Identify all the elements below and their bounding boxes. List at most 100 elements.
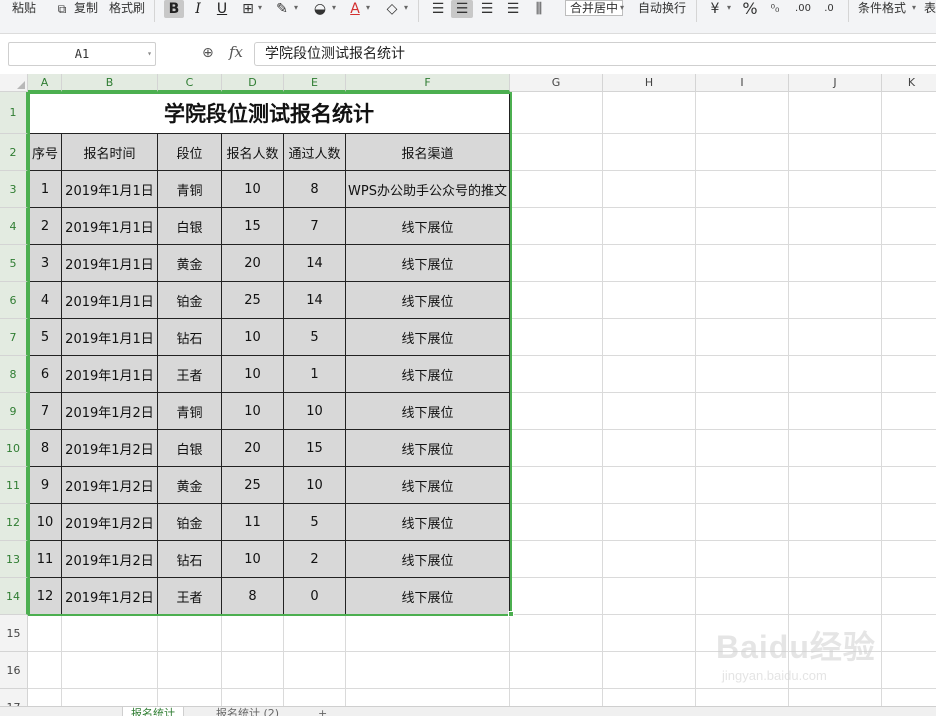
table-cell-date[interactable]: 2019年1月1日 bbox=[62, 319, 158, 356]
table-cell-channel[interactable]: 线下展位 bbox=[346, 393, 510, 430]
table-cell-index[interactable]: 12 bbox=[28, 578, 62, 615]
table-cell-channel[interactable]: 线下展位 bbox=[346, 208, 510, 245]
fill-color-icon[interactable]: ✎ bbox=[272, 0, 292, 18]
decrease-decimal-icon[interactable]: .0 bbox=[818, 0, 840, 18]
row-header-7[interactable]: 7 bbox=[0, 319, 28, 356]
table-cell-passed[interactable]: 5 bbox=[284, 504, 346, 541]
column-header-i[interactable]: I bbox=[696, 74, 789, 92]
row-header-16[interactable]: 16 bbox=[0, 652, 28, 689]
add-sheet-icon[interactable]: + bbox=[310, 707, 335, 716]
table-cell-passed[interactable]: 10 bbox=[284, 467, 346, 504]
table-cell-index[interactable]: 1 bbox=[28, 171, 62, 208]
table-cell-date[interactable]: 2019年1月1日 bbox=[62, 282, 158, 319]
italic-button[interactable]: I bbox=[188, 0, 208, 18]
column-header-b[interactable]: B bbox=[62, 74, 158, 92]
chevron-down-icon[interactable]: ▾ bbox=[366, 0, 370, 16]
row-header-4[interactable]: 4 bbox=[0, 208, 28, 245]
select-all-corner[interactable] bbox=[0, 74, 28, 92]
row-header-2[interactable]: 2 bbox=[0, 134, 28, 171]
table-cell-signups[interactable]: 15 bbox=[222, 208, 284, 245]
bold-button[interactable]: B bbox=[164, 0, 184, 18]
table-cell-date[interactable]: 2019年1月1日 bbox=[62, 208, 158, 245]
table-cell-channel[interactable]: 线下展位 bbox=[346, 430, 510, 467]
table-cell-date[interactable]: 2019年1月1日 bbox=[62, 171, 158, 208]
table-cell-signups[interactable]: 25 bbox=[222, 282, 284, 319]
table-cell-rank[interactable]: 铂金 bbox=[158, 504, 222, 541]
table-cell-channel[interactable]: 线下展位 bbox=[346, 541, 510, 578]
fill-handle[interactable] bbox=[508, 611, 514, 617]
column-header-c[interactable]: C bbox=[158, 74, 222, 92]
chevron-down-icon[interactable]: ▾ bbox=[404, 0, 408, 16]
chevron-down-icon[interactable]: ▾ bbox=[258, 0, 262, 16]
row-header-12[interactable]: 12 bbox=[0, 504, 28, 541]
spreadsheet-grid[interactable]: 学院段位测试报名统计 序号 报名时间 段位 报名人数 通过人数 报名渠道 1 2019年1月1… bbox=[28, 92, 936, 706]
justify-icon[interactable]: ☰ bbox=[503, 0, 523, 18]
fx-button[interactable]: fx bbox=[229, 43, 243, 61]
row-header-1[interactable]: 1 bbox=[0, 92, 28, 134]
table-cell-passed[interactable]: 7 bbox=[284, 208, 346, 245]
table-cell-passed[interactable]: 0 bbox=[284, 578, 346, 615]
table-cell-index[interactable]: 7 bbox=[28, 393, 62, 430]
table-cell-passed[interactable]: 5 bbox=[284, 319, 346, 356]
clear-icon[interactable]: ◇ bbox=[382, 0, 402, 18]
table-cell-rank[interactable]: 白银 bbox=[158, 430, 222, 467]
row-header-5[interactable]: 5 bbox=[0, 245, 28, 282]
table-cell-rank[interactable]: 钻石 bbox=[158, 541, 222, 578]
table-cell-channel[interactable]: 线下展位 bbox=[346, 356, 510, 393]
percent-button[interactable]: % bbox=[740, 0, 760, 18]
table-cell-date[interactable]: 2019年1月2日 bbox=[62, 504, 158, 541]
table-cell-channel[interactable]: WPS办公助手公众号的推文 bbox=[346, 171, 510, 208]
table-cell-channel[interactable]: 线下展位 bbox=[346, 578, 510, 615]
merge-center-button[interactable]: 合并居中 bbox=[565, 0, 624, 16]
paste-button[interactable]: 粘贴 bbox=[12, 0, 36, 16]
row-header-3[interactable]: 3 bbox=[0, 171, 28, 208]
distributed-align-icon[interactable]: ⫼ bbox=[529, 0, 549, 18]
table-cell-passed[interactable]: 14 bbox=[284, 282, 346, 319]
table-cell-channel[interactable]: 线下展位 bbox=[346, 504, 510, 541]
column-header-j[interactable]: J bbox=[789, 74, 882, 92]
table-cell-signups[interactable]: 10 bbox=[222, 171, 284, 208]
wrap-text-button[interactable]: 自动换行 bbox=[638, 0, 686, 16]
row-header-8[interactable]: 8 bbox=[0, 356, 28, 393]
table-style-button[interactable]: 表 bbox=[924, 0, 936, 16]
table-cell-rank[interactable]: 青铜 bbox=[158, 393, 222, 430]
tab-sheet-2[interactable]: 报名统计 (2) bbox=[208, 707, 287, 716]
column-header-h[interactable]: H bbox=[603, 74, 696, 92]
table-header-cell[interactable]: 段位 bbox=[158, 134, 222, 171]
column-header-k[interactable]: K bbox=[882, 74, 936, 92]
table-cell-date[interactable]: 2019年1月2日 bbox=[62, 541, 158, 578]
increase-decimal-icon[interactable]: .00 bbox=[792, 0, 814, 18]
table-cell-channel[interactable]: 线下展位 bbox=[346, 319, 510, 356]
table-cell-passed[interactable]: 1 bbox=[284, 356, 346, 393]
row-header-13[interactable]: 13 bbox=[0, 541, 28, 578]
table-cell-signups[interactable]: 10 bbox=[222, 319, 284, 356]
highlight-icon[interactable]: ◒ bbox=[310, 0, 330, 18]
table-cell-signups[interactable]: 10 bbox=[222, 356, 284, 393]
column-header-a[interactable]: A bbox=[28, 74, 62, 92]
table-cell-signups[interactable]: 20 bbox=[222, 430, 284, 467]
table-cell-rank[interactable]: 青铜 bbox=[158, 171, 222, 208]
table-cell-index[interactable]: 6 bbox=[28, 356, 62, 393]
align-center-icon[interactable]: ☰ bbox=[451, 0, 473, 18]
table-cell-index[interactable]: 2 bbox=[28, 208, 62, 245]
chevron-down-icon[interactable]: ▾ bbox=[332, 0, 336, 16]
formula-input[interactable]: 学院段位测试报名统计 bbox=[254, 42, 936, 66]
conditional-format-button[interactable]: 条件格式 bbox=[858, 0, 906, 16]
table-cell-channel[interactable]: 线下展位 bbox=[346, 245, 510, 282]
chevron-down-icon[interactable]: ▾ bbox=[147, 43, 152, 65]
underline-button[interactable]: U bbox=[212, 0, 232, 18]
border-icon[interactable]: ⊞ bbox=[238, 0, 258, 18]
row-header-15[interactable]: 15 bbox=[0, 615, 28, 652]
table-cell-channel[interactable]: 线下展位 bbox=[346, 282, 510, 319]
table-cell-date[interactable]: 2019年1月1日 bbox=[62, 356, 158, 393]
column-header-d[interactable]: D bbox=[222, 74, 284, 92]
table-cell-channel[interactable]: 线下展位 bbox=[346, 467, 510, 504]
table-cell-signups[interactable]: 20 bbox=[222, 245, 284, 282]
table-cell-rank[interactable]: 铂金 bbox=[158, 282, 222, 319]
table-cell-passed[interactable]: 15 bbox=[284, 430, 346, 467]
font-color-icon[interactable]: A bbox=[346, 0, 364, 18]
row-header-10[interactable]: 10 bbox=[0, 430, 28, 467]
sheet-title-cell[interactable]: 学院段位测试报名统计 bbox=[28, 92, 510, 134]
chevron-down-icon[interactable]: ▾ bbox=[294, 0, 298, 16]
table-cell-date[interactable]: 2019年1月2日 bbox=[62, 430, 158, 467]
